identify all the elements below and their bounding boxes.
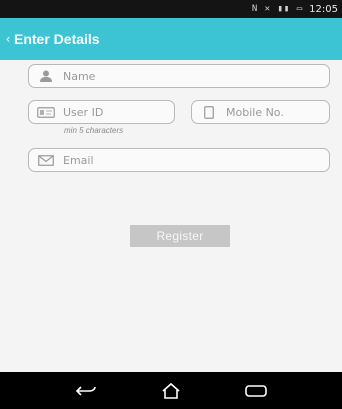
id-card-icon — [37, 106, 55, 118]
envelope-icon — [37, 154, 55, 166]
user-id-placeholder: User ID — [63, 105, 104, 119]
user-id-hint: min 5 characters — [64, 126, 124, 135]
status-icons: N ✕ ▮▮ ▭ — [251, 4, 304, 14]
person-icon — [37, 70, 55, 82]
recents-icon[interactable] — [238, 379, 274, 403]
back-chevron-icon[interactable]: ‹ — [2, 18, 14, 60]
status-time: 12:05 — [309, 3, 338, 15]
name-field[interactable]: Name — [28, 64, 330, 88]
user-id-field[interactable]: User ID — [28, 100, 175, 124]
name-placeholder: Name — [63, 69, 96, 83]
email-field[interactable]: Email — [28, 148, 330, 172]
navigation-bar — [0, 372, 342, 409]
action-bar: ‹ Enter Details — [0, 18, 342, 60]
mobile-placeholder: Mobile No. — [226, 105, 284, 119]
form-content: Name User ID Mobile No. min 5 characters… — [0, 60, 342, 372]
home-icon[interactable] — [153, 379, 189, 403]
phone-screen: N ✕ ▮▮ ▭ 12:05 ‹ Enter Details Name User… — [0, 0, 342, 409]
email-placeholder: Email — [63, 153, 94, 167]
back-icon[interactable] — [68, 379, 104, 403]
register-button[interactable]: Register — [130, 225, 230, 247]
page-title: Enter Details — [14, 31, 100, 47]
mobile-field[interactable]: Mobile No. — [191, 100, 330, 124]
mobile-phone-icon — [200, 105, 218, 119]
status-bar: N ✕ ▮▮ ▭ 12:05 — [0, 0, 342, 18]
